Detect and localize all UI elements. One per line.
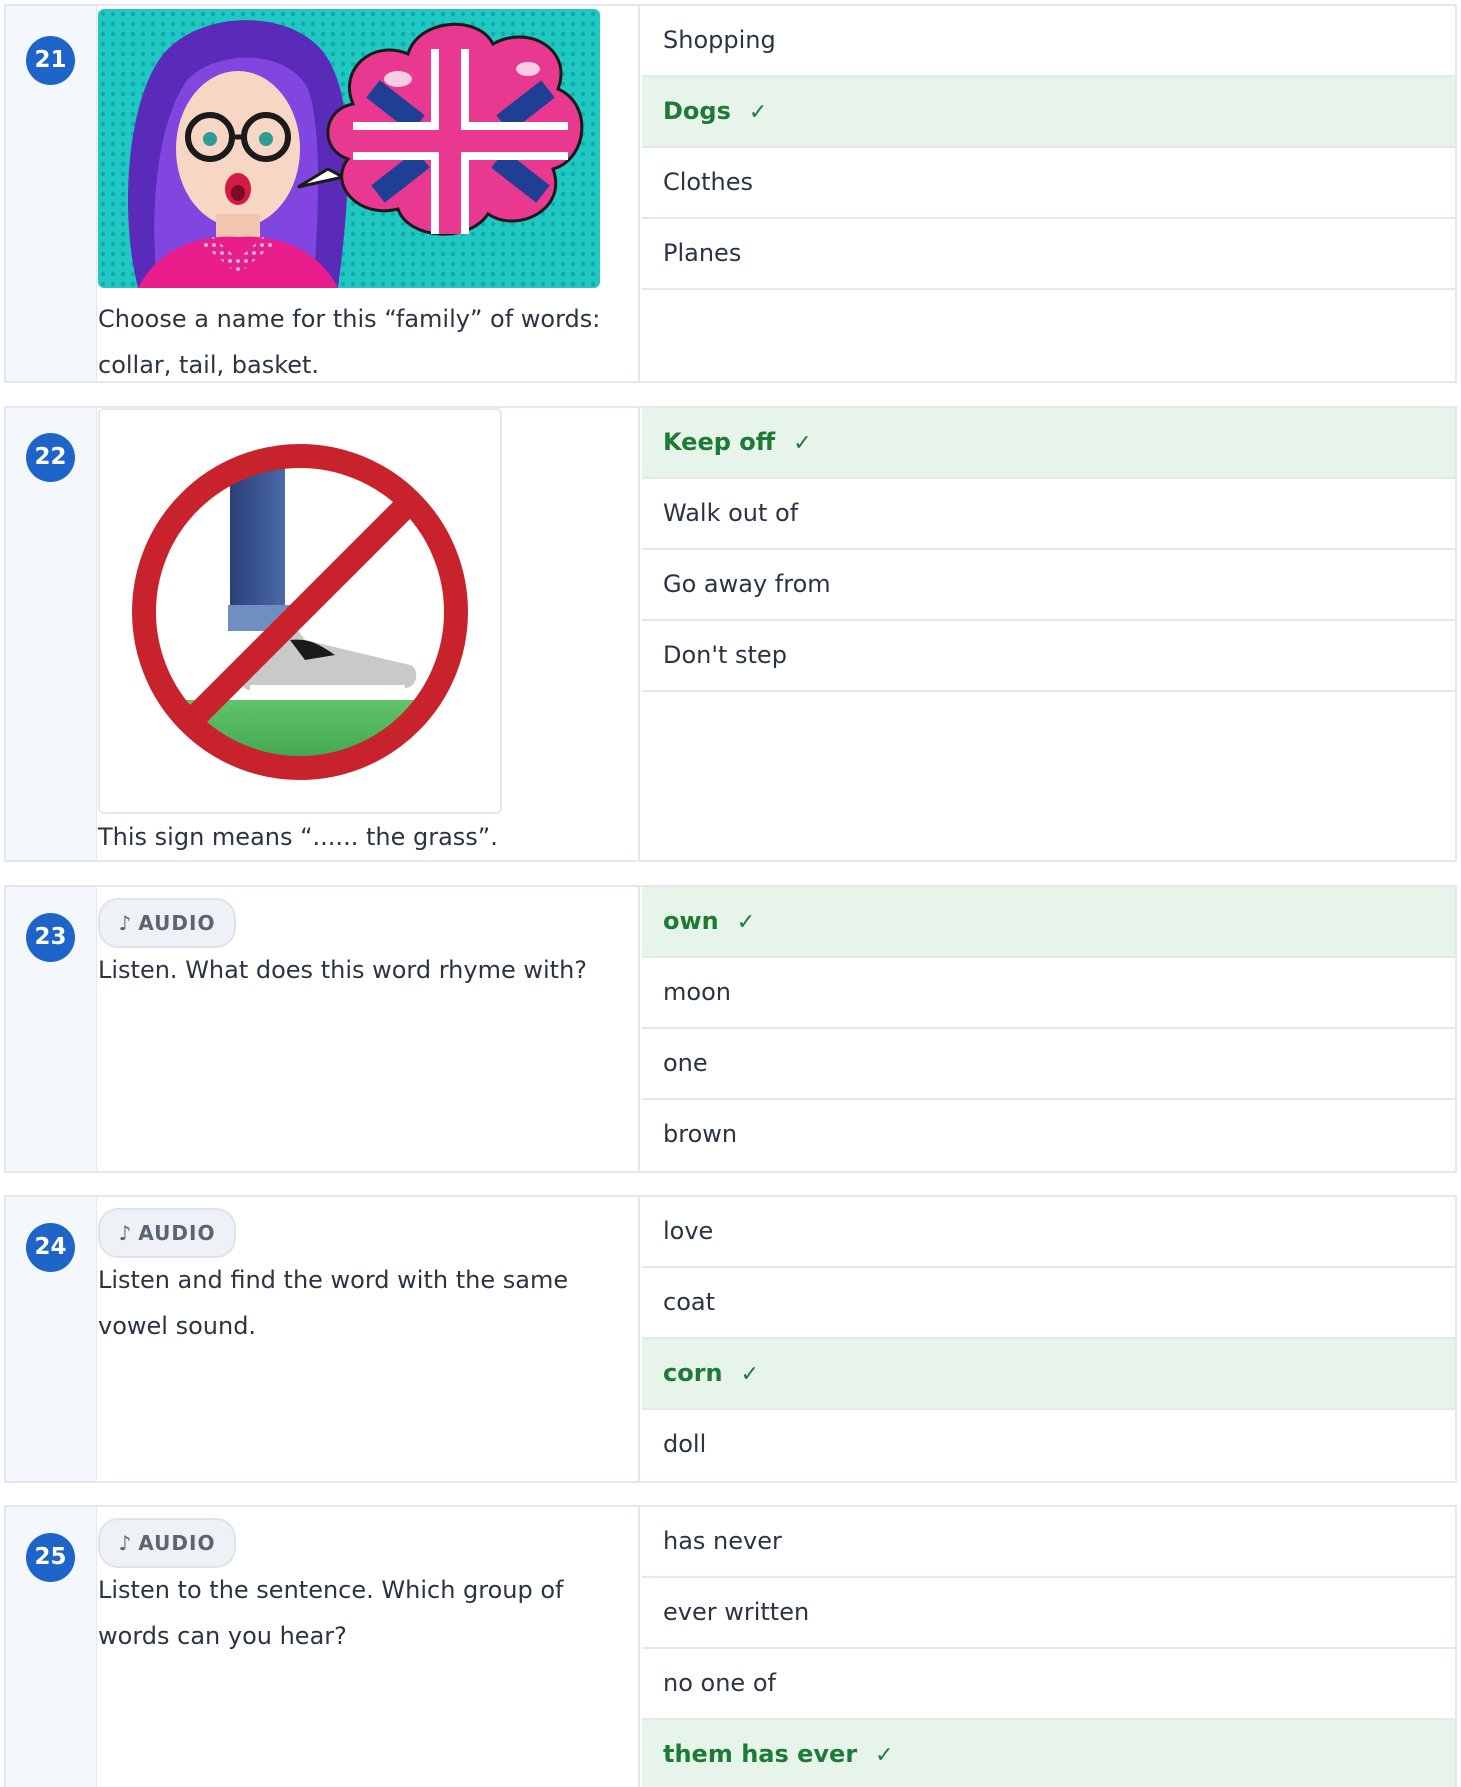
- question-image: [98, 9, 600, 288]
- question-image: [98, 408, 502, 814]
- answer-option-correct[interactable]: corn ✓: [642, 1339, 1455, 1410]
- option-label: brown: [663, 1120, 738, 1148]
- question-card-25: 25 ♪ AUDIO Listen to the sentence. Which …: [4, 1505, 1457, 1787]
- answer-options: Shopping Dogs ✓ Clothes Planes: [642, 6, 1455, 290]
- question-content: ♪ AUDIO Listen. What does this word rhyme…: [98, 887, 640, 1171]
- question-content: Choose a name for this “family” of words…: [98, 6, 640, 381]
- answer-options: Keep off ✓ Walk out of Go away from Don't…: [642, 408, 1455, 692]
- answer-option[interactable]: ever written: [642, 1578, 1455, 1649]
- answer-option[interactable]: Go away from: [642, 550, 1455, 621]
- option-label: Walk out of: [663, 499, 799, 527]
- option-label: Clothes: [663, 168, 753, 196]
- option-label: moon: [663, 978, 731, 1006]
- question-number-badge: 25: [26, 1533, 75, 1582]
- audio-label: AUDIO: [138, 1221, 216, 1245]
- audio-label: AUDIO: [138, 911, 216, 935]
- answer-option-correct[interactable]: Keep off ✓: [642, 408, 1455, 479]
- option-label: has never: [663, 1527, 782, 1555]
- answer-option[interactable]: Don't step: [642, 621, 1455, 692]
- option-label: Planes: [663, 239, 742, 267]
- answer-options: own ✓ moon one brown: [642, 887, 1455, 1171]
- answer-option[interactable]: Clothes: [642, 148, 1455, 219]
- music-note-icon: ♪: [118, 1531, 133, 1555]
- answer-option-correct[interactable]: own ✓: [642, 887, 1455, 958]
- check-icon: ✓: [793, 431, 812, 456]
- answer-option-correct[interactable]: them has ever ✓: [642, 1720, 1455, 1787]
- check-icon: ✓: [740, 1362, 760, 1387]
- answer-option[interactable]: Planes: [642, 219, 1455, 290]
- option-label: Keep off: [663, 428, 776, 456]
- audio-label: AUDIO: [138, 1531, 216, 1555]
- answer-option[interactable]: no one of: [642, 1649, 1455, 1720]
- question-card-21: 21 Choose a name for this “family” of wo…: [4, 4, 1457, 383]
- question-content: This sign means “...... the grass”.: [98, 408, 640, 860]
- answer-option[interactable]: brown: [642, 1100, 1455, 1171]
- question-card-22: 22 This sign means “...... the grass”. K…: [4, 406, 1457, 862]
- option-label: ever written: [663, 1598, 810, 1626]
- option-label: no one of: [663, 1669, 776, 1697]
- audio-play-button[interactable]: ♪ AUDIO: [98, 898, 236, 948]
- question-card-24: 24 ♪ AUDIO Listen and find the word with …: [4, 1195, 1457, 1483]
- answer-option[interactable]: Shopping: [642, 6, 1455, 77]
- option-label: one: [663, 1049, 708, 1077]
- option-label: coat: [663, 1288, 715, 1316]
- question-number-column: 24: [6, 1197, 97, 1481]
- answer-option[interactable]: one: [642, 1029, 1455, 1100]
- answer-option[interactable]: coat: [642, 1268, 1455, 1339]
- question-content: ♪ AUDIO Listen to the sentence. Which gro…: [98, 1507, 640, 1787]
- option-label: doll: [663, 1430, 707, 1458]
- audio-play-button[interactable]: ♪ AUDIO: [98, 1518, 236, 1568]
- question-number-column: 25: [6, 1507, 97, 1787]
- question-number-badge: 21: [26, 36, 75, 85]
- audio-play-button[interactable]: ♪ AUDIO: [98, 1208, 236, 1258]
- music-note-icon: ♪: [118, 1221, 133, 1245]
- answer-option[interactable]: love: [642, 1197, 1455, 1268]
- check-icon: ✓: [875, 1743, 894, 1768]
- question-number-column: 21: [6, 6, 97, 381]
- pop-art-woman-illustration: [98, 9, 600, 288]
- question-number-badge: 22: [26, 433, 75, 482]
- answer-option[interactable]: moon: [642, 958, 1455, 1029]
- option-label: love: [663, 1217, 714, 1245]
- check-icon: ✓: [736, 910, 756, 935]
- question-content: ♪ AUDIO Listen and find the word with the…: [98, 1197, 640, 1481]
- answer-option-correct[interactable]: Dogs ✓: [642, 77, 1455, 148]
- question-prompt: Listen. What does this word rhyme with?: [98, 956, 588, 984]
- option-label: Shopping: [663, 26, 776, 54]
- question-number-column: 22: [6, 408, 97, 860]
- question-number-badge: 24: [26, 1223, 75, 1272]
- answer-options: love coat corn ✓ doll: [642, 1197, 1455, 1481]
- option-label: Go away from: [663, 570, 831, 598]
- question-prompt: This sign means “...... the grass”.: [98, 823, 498, 851]
- check-icon: ✓: [748, 100, 768, 125]
- option-label: corn: [663, 1359, 723, 1387]
- answer-option[interactable]: doll: [642, 1410, 1455, 1481]
- option-label: own: [663, 907, 719, 935]
- option-label: them has ever: [663, 1740, 858, 1768]
- no-stepping-on-grass-sign-illustration: [100, 410, 500, 812]
- answer-option[interactable]: Walk out of: [642, 479, 1455, 550]
- option-label: Don't step: [663, 641, 787, 669]
- answer-options: has never ever written no one of them ha…: [642, 1507, 1455, 1787]
- question-prompt: Choose a name for this “family” of words…: [98, 305, 601, 379]
- question-number-column: 23: [6, 887, 97, 1171]
- question-prompt: Listen to the sentence. Which group of w…: [98, 1576, 564, 1650]
- music-note-icon: ♪: [118, 911, 133, 935]
- option-label: Dogs: [663, 97, 731, 125]
- question-prompt: Listen and find the word with the same v…: [98, 1266, 569, 1340]
- question-number-badge: 23: [26, 913, 75, 962]
- question-card-23: 23 ♪ AUDIO Listen. What does this word rh…: [4, 885, 1457, 1173]
- answer-option[interactable]: has never: [642, 1507, 1455, 1578]
